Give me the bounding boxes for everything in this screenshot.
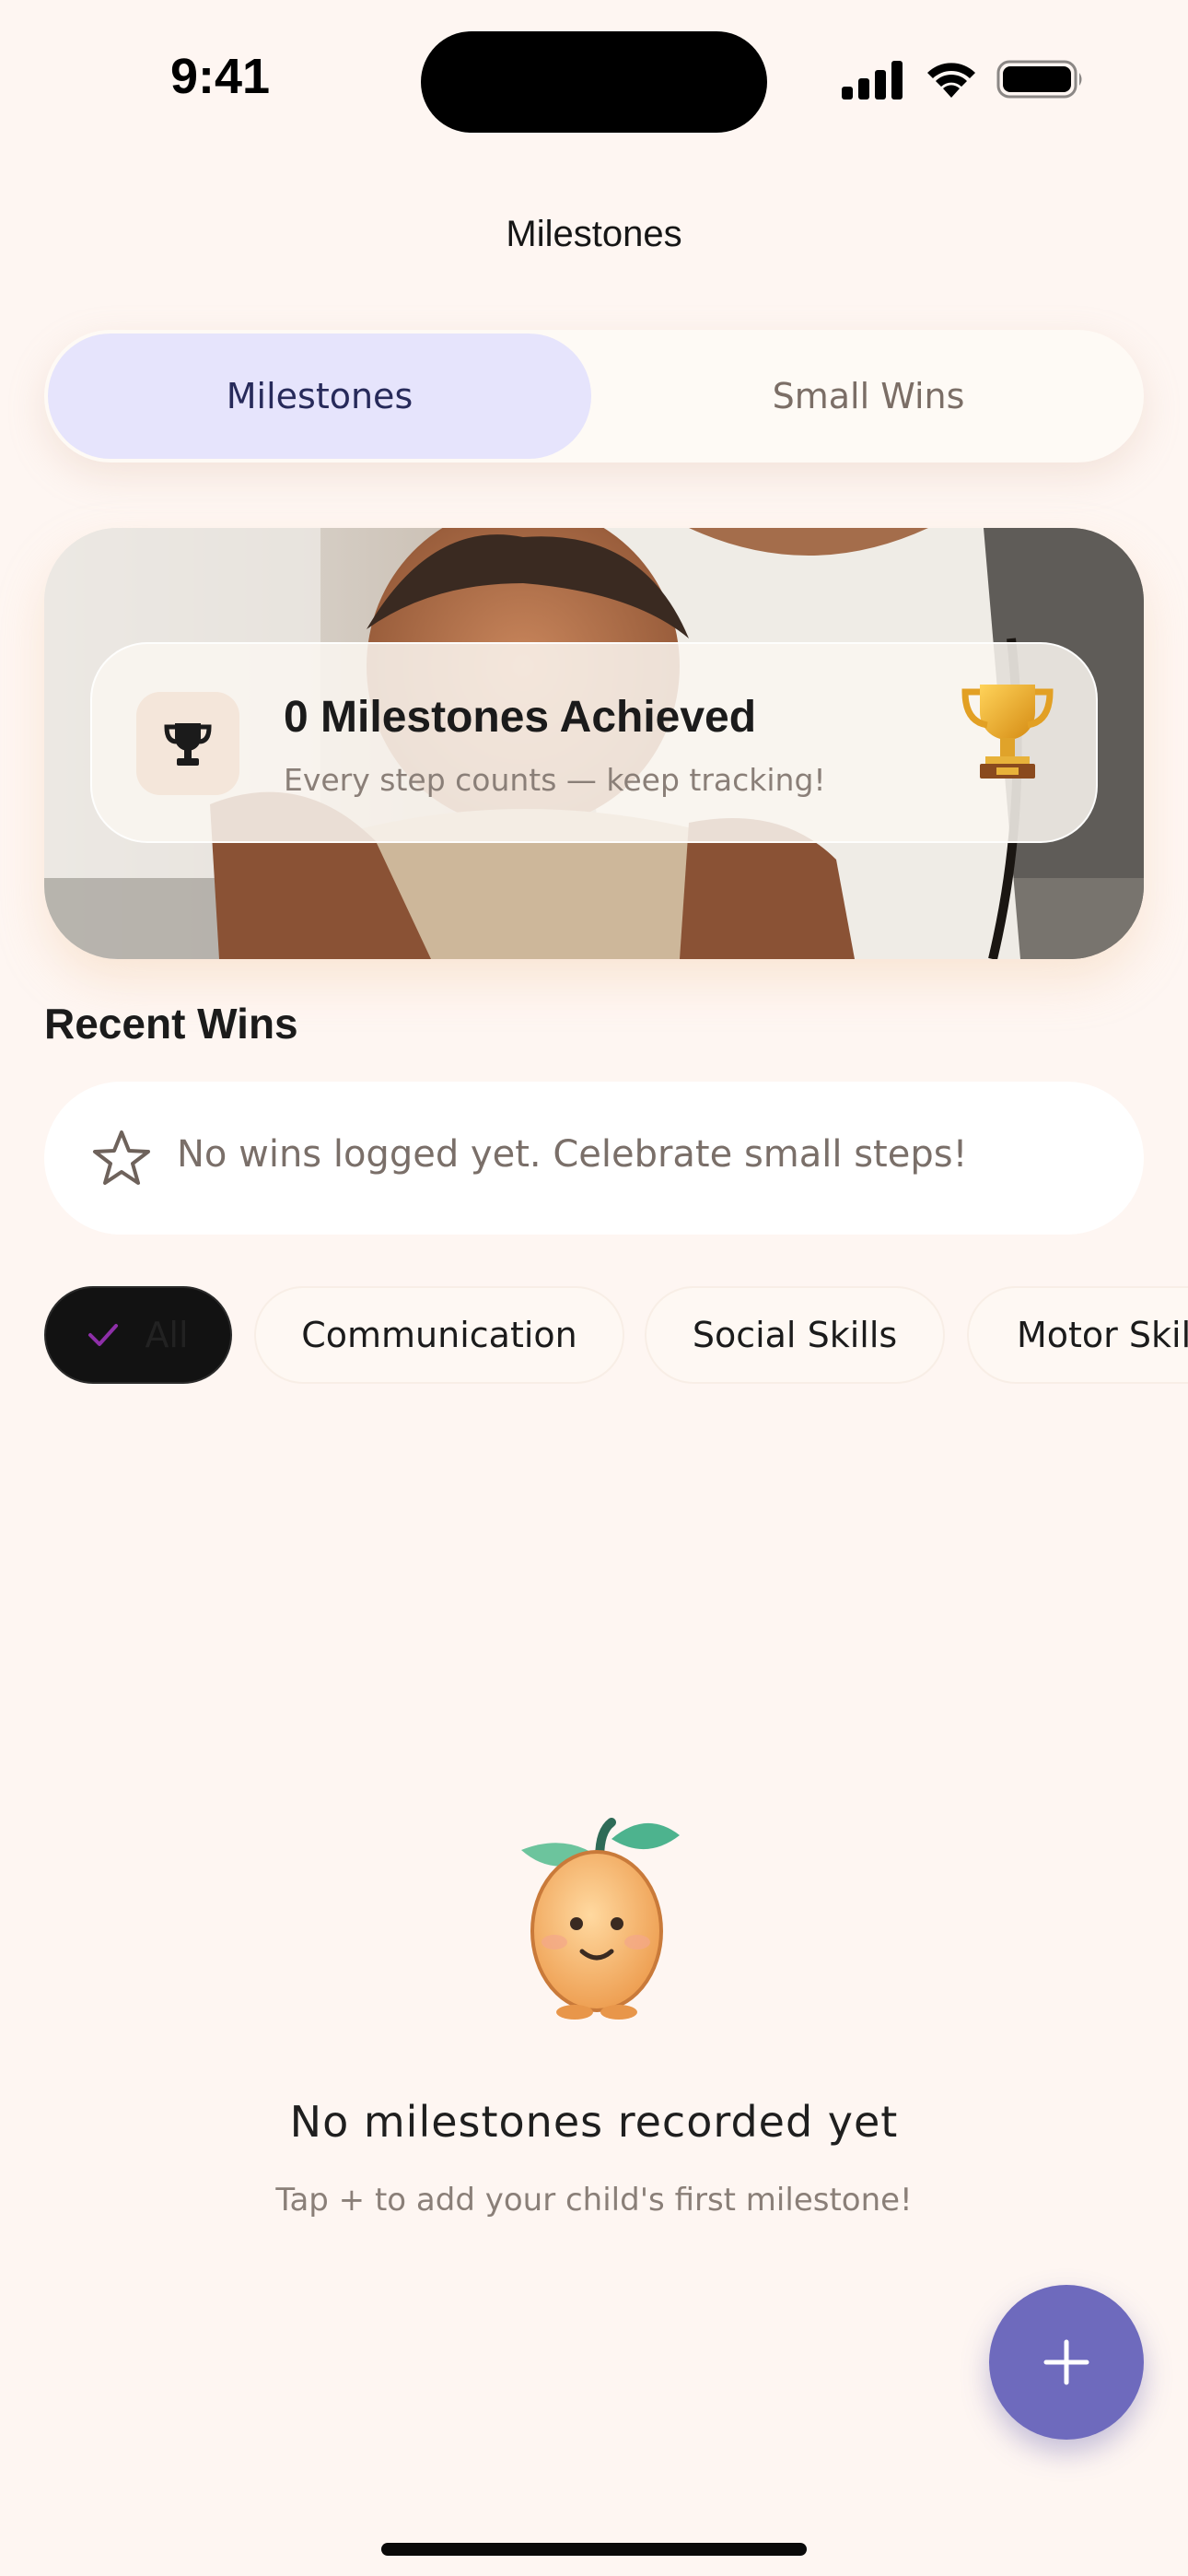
dynamic-island bbox=[421, 31, 767, 133]
cellular-signal-icon bbox=[842, 61, 903, 100]
milestones-summary-overlay: 0 Milestones Achieved Every step counts … bbox=[90, 642, 1098, 843]
recent-wins-title: Recent Wins bbox=[44, 1000, 298, 1048]
wifi-icon bbox=[927, 63, 975, 98]
peach-mascot-illustration bbox=[521, 1818, 680, 2020]
milestones-count-title: 0 Milestones Achieved bbox=[284, 693, 757, 742]
plus-icon bbox=[1043, 2339, 1089, 2385]
milestones-segmented-control: Milestones Small Wins bbox=[44, 330, 1144, 463]
gold-trophy-icon bbox=[961, 685, 1054, 779]
trophy-icon-badge bbox=[136, 692, 239, 795]
trophy-icon bbox=[164, 723, 212, 766]
category-filter-chips: All Communication Social Skills Motor Sk… bbox=[0, 1286, 1188, 1386]
page-title: Milestones bbox=[506, 214, 682, 254]
battery-icon bbox=[996, 60, 1082, 99]
tab-milestones[interactable]: Milestones bbox=[48, 334, 591, 459]
status-bar: 9:41 bbox=[0, 0, 1188, 157]
star-icon bbox=[93, 1130, 150, 1185]
empty-state-subtitle: Tap + to add your child's first mileston… bbox=[275, 2182, 913, 2219]
filter-chip-social-skills[interactable]: Social Skills bbox=[645, 1286, 945, 1384]
recent-wins-card: No wins logged yet. Celebrate small step… bbox=[44, 1082, 1144, 1235]
status-time: 9:41 bbox=[170, 49, 271, 104]
milestones-count-subtitle: Every step counts — keep tracking! bbox=[284, 762, 826, 798]
filter-chip-communication[interactable]: Communication bbox=[254, 1286, 624, 1384]
filter-chip-motor-skills[interactable]: Motor Skil bbox=[967, 1286, 1188, 1384]
checkmark-icon bbox=[88, 1324, 119, 1346]
add-milestone-button[interactable] bbox=[989, 2285, 1144, 2440]
filter-chip-all[interactable]: All bbox=[44, 1286, 232, 1384]
recent-wins-empty-text: No wins logged yet. Celebrate small step… bbox=[177, 1133, 968, 1176]
milestones-summary-card: 0 Milestones Achieved Every step counts … bbox=[44, 528, 1144, 959]
home-indicator[interactable] bbox=[381, 2543, 807, 2556]
empty-state-title: No milestones recorded yet bbox=[289, 2097, 899, 2147]
filter-chip-label: All bbox=[145, 1315, 189, 1355]
tab-small-wins[interactable]: Small Wins bbox=[597, 334, 1140, 459]
